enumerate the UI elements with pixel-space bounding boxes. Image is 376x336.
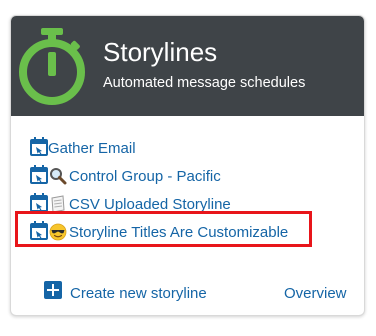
page-title: Storylines [103,37,218,67]
storyline-item-control-group-pacific[interactable]: Control Group - Pacific [30,163,350,191]
storyline-item-gather-email[interactable]: Gather Email [30,135,350,163]
create-storyline-label: Create new storyline [70,285,207,302]
storylines-card: Storylines Automated message schedules G… [10,15,365,316]
calendar-arrow-icon [30,165,48,184]
storyline-label: Gather Email [48,140,136,157]
calendar-arrow-icon [30,137,48,156]
highlight-annotation [15,211,312,247]
plus-square-icon [44,281,62,299]
calendar-arrow-icon [30,193,48,212]
magnifying-glass-icon [50,168,67,185]
page-subtitle: Automated message schedules [103,75,306,91]
stopwatch-icon [19,28,85,105]
card-header: Storylines Automated message schedules [11,16,364,116]
create-storyline-link[interactable]: Create new storyline [44,281,207,304]
storyline-label: Control Group - Pacific [69,168,221,185]
overview-link[interactable]: Overview [284,284,347,304]
